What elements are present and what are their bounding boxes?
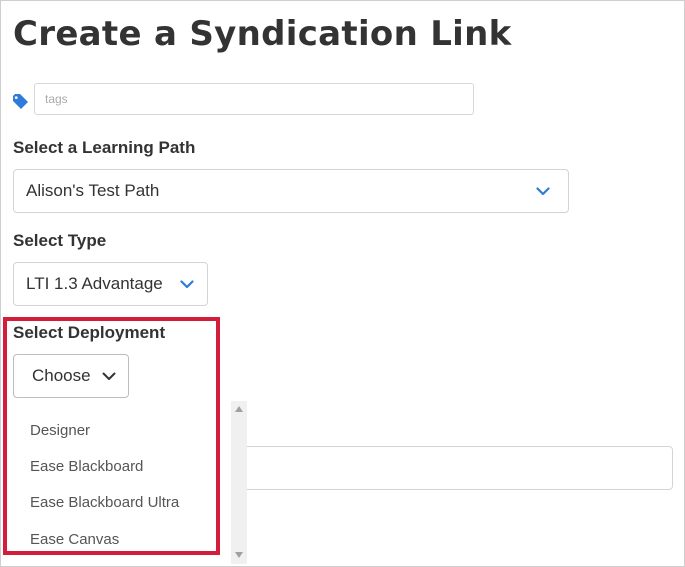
dropdown-scrollbar[interactable] [231,401,247,564]
learning-path-value: Alison's Test Path [26,181,160,200]
scroll-down-icon[interactable] [235,552,243,558]
dropdown-option[interactable]: Designer [30,422,90,439]
obscured-input[interactable] [245,446,673,490]
dropdown-option[interactable]: Ease Canvas [30,531,119,548]
dropdown-option[interactable]: Ease Blackboard Ultra [30,494,179,511]
chevron-down-icon [518,186,568,196]
scroll-up-icon[interactable] [235,406,243,412]
deployment-value: Choose [32,366,91,385]
chevron-down-icon [91,372,128,381]
deployment-select[interactable]: Choose [13,354,129,398]
page-title: Create a Syndication Link [13,14,512,54]
deployment-label: Select Deployment [13,323,166,342]
dropdown-option[interactable]: Ease Blackboard [30,458,143,475]
tag-icon [13,94,28,109]
learning-path-select[interactable]: Alison's Test Path [13,169,569,213]
deployment-dropdown: Designer Ease Blackboard Ease Blackboard… [12,401,247,564]
type-select[interactable]: LTI 1.3 Advantage [13,262,208,306]
type-label: Select Type [13,231,107,250]
chevron-down-icon [167,279,207,289]
tags-input[interactable] [34,83,474,115]
type-value: LTI 1.3 Advantage [26,274,163,293]
learning-path-label: Select a Learning Path [13,138,196,157]
